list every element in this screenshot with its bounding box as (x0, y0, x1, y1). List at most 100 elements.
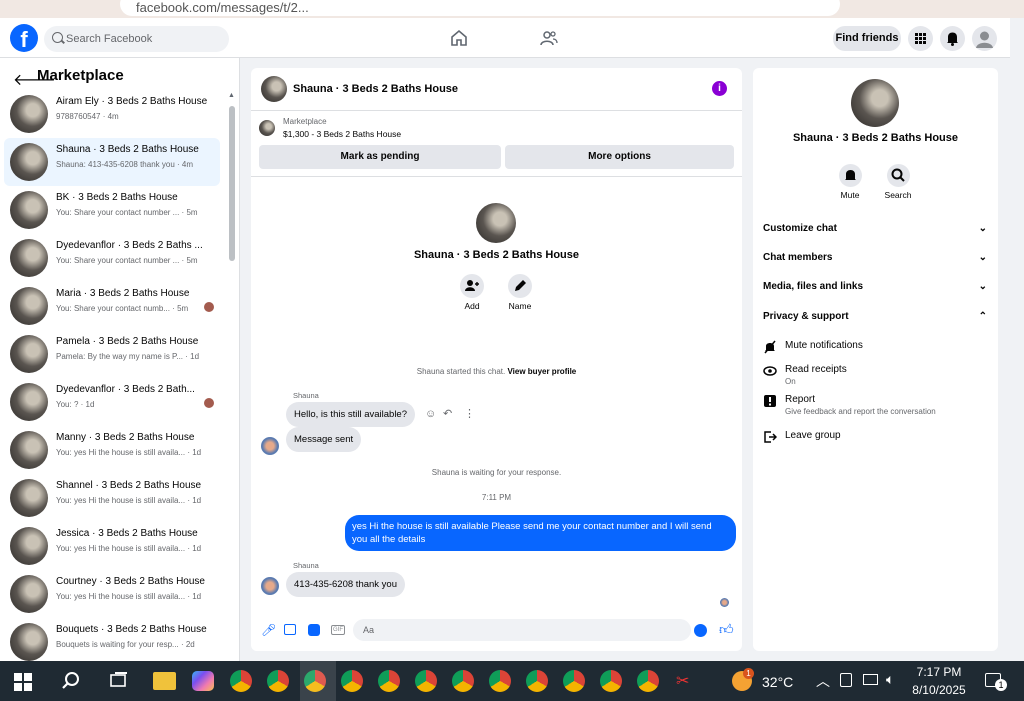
conversation-preview: You: Share your contact number ... · 5m (56, 256, 198, 265)
find-friends-button[interactable]: Find friends (833, 26, 901, 51)
conversation-item[interactable]: Pamela · 3 Beds 2 Baths House Pamela: By … (4, 330, 220, 378)
sender-name: Shauna (293, 391, 319, 400)
conversation-item[interactable]: Shauna · 3 Beds 2 Baths House Shauna: 413… (4, 138, 220, 186)
profile-avatar[interactable] (476, 203, 516, 243)
react-icon[interactable]: ☺ (425, 408, 436, 420)
message-bubble[interactable]: 413-435-6208 thank you (286, 572, 405, 597)
meet-now-icon[interactable] (840, 673, 852, 687)
info-avatar[interactable] (851, 79, 899, 127)
sender-avatar[interactable] (261, 437, 279, 455)
report-row[interactable]: Report Give feedback and report the conv… (763, 394, 983, 420)
clock-time[interactable]: 7:17 PM (914, 665, 964, 679)
message-bubble[interactable]: Message sent (286, 427, 362, 452)
conversation-item[interactable]: Manny · 3 Beds 2 Baths House You: yes Hi … (4, 426, 220, 474)
add-button[interactable] (460, 274, 484, 298)
copilot-icon[interactable] (192, 671, 214, 691)
listing-price[interactable]: $1,300 - 3 Beds 2 Baths House (283, 129, 401, 139)
conversation-avatar (10, 527, 48, 565)
clock-date[interactable]: 8/10/2025 (910, 683, 968, 697)
chrome-icon[interactable] (230, 670, 252, 692)
photo-icon[interactable] (284, 624, 296, 635)
task-view-icon[interactable] (109, 672, 129, 690)
page-scrollbar[interactable] (1010, 18, 1024, 661)
read-receipts-state: On (785, 377, 796, 386)
bell-icon (845, 170, 856, 180)
chrome-icon[interactable] (267, 670, 289, 692)
sender-avatar[interactable] (261, 577, 279, 595)
conversation-item[interactable]: Dyedevanflor · 3 Beds 2 Baths ... You: Sh… (4, 234, 220, 282)
chrome-icon[interactable] (526, 670, 548, 692)
read-receipts-row[interactable]: Read receipts On (763, 364, 983, 390)
gif-icon[interactable]: GIF (331, 625, 345, 635)
account-avatar[interactable] (972, 26, 997, 51)
privacy-support-label: Privacy & support (763, 311, 849, 322)
name-button[interactable] (508, 274, 532, 298)
chrome-icon[interactable] (637, 670, 659, 692)
chrome-icon[interactable] (600, 670, 622, 692)
sticker-icon[interactable] (308, 624, 320, 636)
friends-icon[interactable] (540, 29, 558, 47)
mute-notifications-row[interactable]: Mute notifications (763, 340, 983, 354)
conversation-preview: You: Share your contact number ... · 5m (56, 208, 198, 217)
facebook-logo[interactable]: f (10, 24, 38, 52)
chat-header-avatar[interactable] (261, 76, 287, 102)
scroll-up-icon[interactable]: ▲ (228, 92, 235, 99)
search-input[interactable]: Search Facebook (44, 26, 229, 52)
conversation-avatar (10, 191, 48, 229)
mark-as-pending-button[interactable]: Mark as pending (259, 145, 501, 169)
conversation-item[interactable]: Courtney · 3 Beds 2 Baths House You: yes … (4, 570, 220, 618)
search-label: Search (884, 190, 912, 200)
reply-icon[interactable]: ↶ (443, 407, 452, 420)
chat-title[interactable]: Shauna · 3 Beds 2 Baths House (293, 83, 458, 95)
more-icon[interactable]: ⋮ (464, 407, 475, 420)
sidebar-scrollbar[interactable] (229, 106, 235, 261)
chrome-icon[interactable] (415, 670, 437, 692)
message-bubble[interactable]: Hello, is this still available? (286, 402, 415, 427)
conversation-item[interactable]: Shannel · 3 Beds 2 Baths House You: yes H… (4, 474, 220, 522)
conversation-item[interactable]: Maria · 3 Beds 2 Baths House You: Share y… (4, 282, 220, 330)
conversation-item[interactable]: Jessica · 3 Beds 2 Baths House You: yes H… (4, 522, 220, 570)
search-placeholder: Search Facebook (66, 33, 153, 45)
chat-panel: Shauna · 3 Beds 2 Baths House i Marketpl… (251, 68, 742, 651)
chrome-icon[interactable] (378, 670, 400, 692)
mute-button[interactable] (839, 164, 862, 187)
taskbar-search-icon[interactable] (61, 671, 81, 691)
temperature[interactable]: 32°C (762, 674, 793, 690)
message-input[interactable]: Aa (353, 619, 691, 641)
emoji-icon[interactable] (694, 624, 707, 637)
home-icon[interactable] (450, 29, 468, 47)
microphone-icon[interactable]: 🎤︎ (261, 623, 276, 637)
media-files-row[interactable]: Media, files and links ⌄ (763, 281, 991, 292)
address-bar[interactable]: facebook.com/messages/t/2... (120, 0, 840, 16)
conversation-item[interactable]: BK · 3 Beds 2 Baths House You: Share your… (4, 186, 220, 234)
chevron-up-icon[interactable]: ︿ (816, 671, 830, 691)
snipping-tool-icon[interactable]: ✂ (676, 671, 696, 691)
conversation-name: Jessica · 3 Beds 2 Baths House (56, 528, 198, 539)
menu-button[interactable] (908, 26, 933, 51)
privacy-support-row[interactable]: Privacy & support ⌃ (763, 311, 991, 322)
conversation-item[interactable]: Dyedevanflor · 3 Beds 2 Bath... You: ? · … (4, 378, 220, 426)
leave-group-row[interactable]: Leave group (763, 430, 983, 444)
my-message-bubble[interactable]: yes Hi the house is still available Plea… (345, 515, 736, 551)
conversation-item[interactable]: Airam Ely · 3 Beds 2 Baths House 97887605… (4, 90, 220, 138)
listing-thumbnail[interactable] (259, 120, 275, 136)
chrome-icon[interactable] (489, 670, 511, 692)
profile-name: Shauna · 3 Beds 2 Baths House (413, 249, 580, 261)
chrome-icon[interactable] (563, 670, 585, 692)
notifications-button[interactable] (940, 26, 965, 51)
chat-members-row[interactable]: Chat members ⌄ (763, 252, 991, 263)
conversation-item[interactable]: Bouquets · 3 Beds 2 Baths House Bouquets … (4, 618, 220, 661)
windows-start-icon[interactable] (14, 673, 32, 691)
file-explorer-icon[interactable] (153, 672, 176, 690)
customize-chat-row[interactable]: Customize chat ⌄ (763, 223, 991, 234)
more-options-button[interactable]: More options (505, 145, 734, 169)
info-icon[interactable]: i (712, 81, 727, 96)
view-buyer-profile-link[interactable]: View buyer profile (507, 367, 576, 376)
network-icon[interactable] (863, 674, 878, 685)
search-button[interactable] (887, 164, 910, 187)
chrome-icon[interactable] (452, 670, 474, 692)
conversation-name: Shauna · 3 Beds 2 Baths House (56, 144, 199, 155)
chrome-icon[interactable] (341, 670, 363, 692)
like-icon[interactable]: 👍︎ (719, 621, 734, 638)
volume-icon[interactable]: 🔈︎ (886, 671, 894, 688)
